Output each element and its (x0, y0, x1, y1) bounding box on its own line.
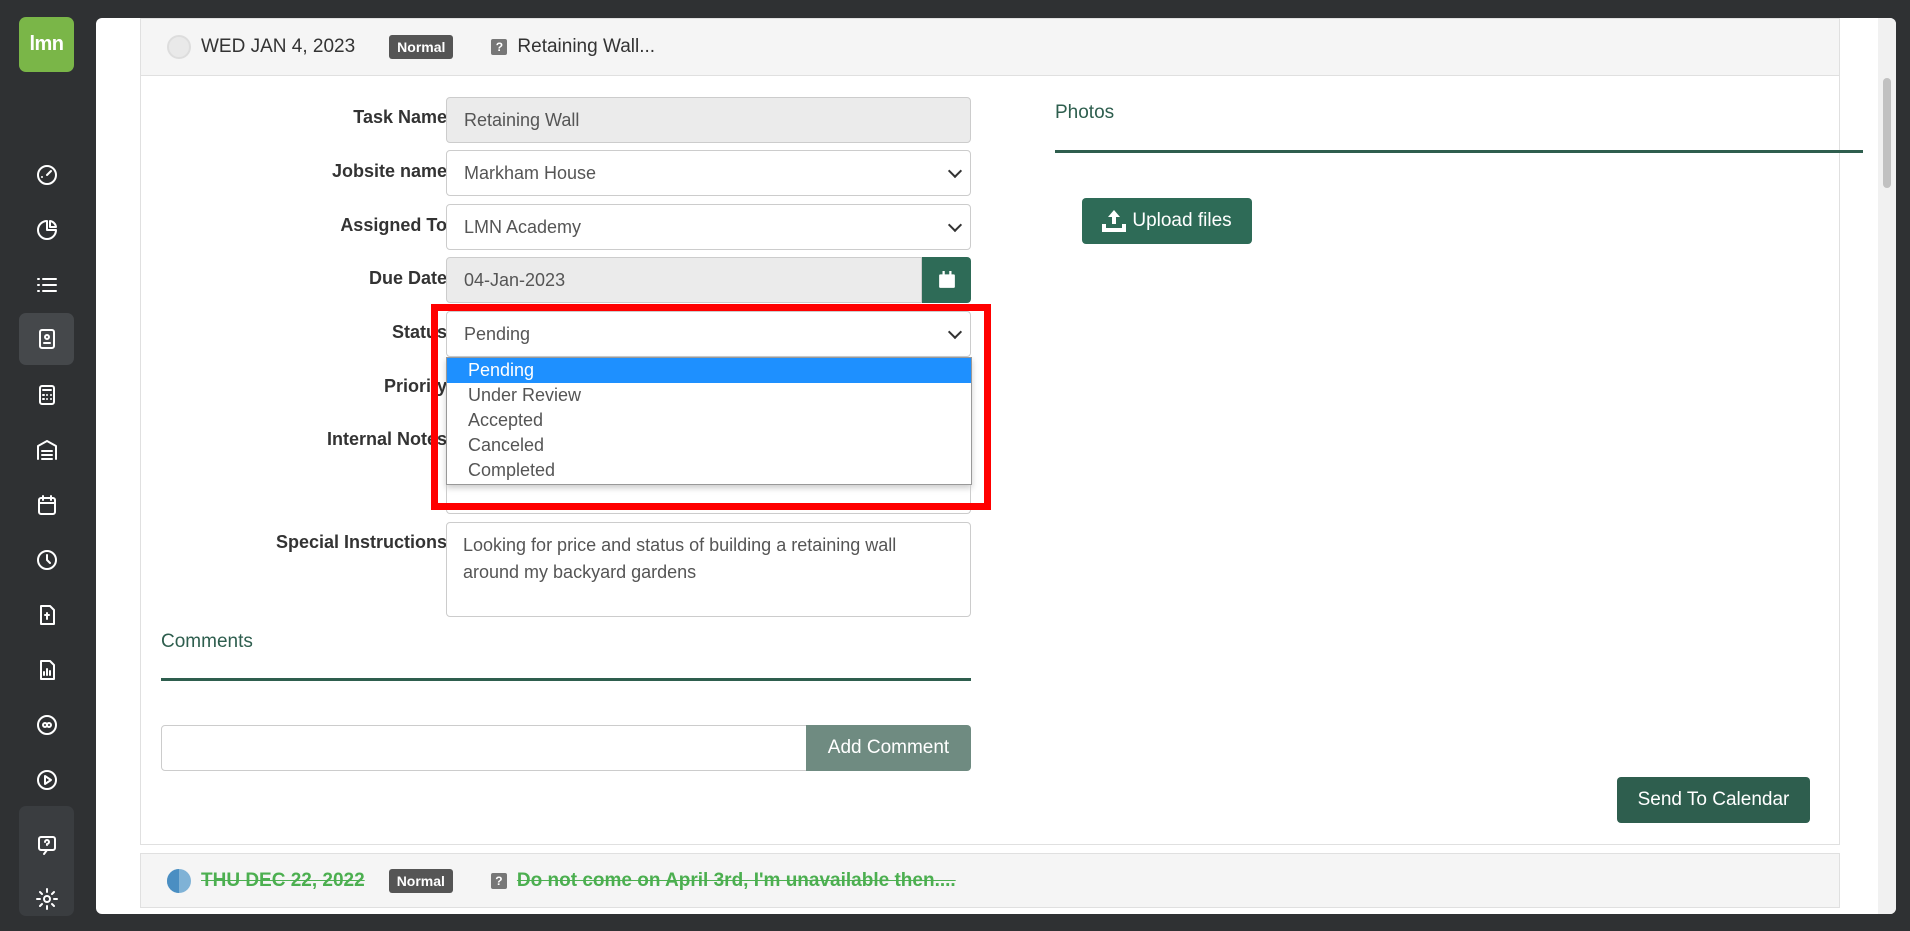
next-task-title: Do not come on April 3rd, I'm unavailabl… (516, 869, 956, 891)
invoice-icon[interactable] (19, 589, 74, 641)
next-task-priority-badge: Normal (388, 868, 453, 893)
upload-files-label: Upload files (1132, 210, 1232, 231)
special-instructions-label: Special Instructions (275, 532, 447, 552)
jobsite-name-select[interactable]: Markham House (446, 150, 971, 196)
form-labels: Task Name Jobsite name Assigned To Due D… (141, 19, 447, 619)
question-icon: ? (491, 39, 508, 55)
due-date-label: Due Date (368, 268, 447, 288)
scroll-thumb[interactable] (1883, 78, 1891, 188)
help-icon[interactable] (19, 819, 74, 871)
lmn-logo[interactable]: lmn (19, 17, 74, 72)
sidebar: lmn (0, 0, 94, 931)
report-icon[interactable] (19, 644, 74, 696)
task-name-input[interactable]: Retaining Wall (446, 97, 971, 143)
jobsite-name-value: Markham House (464, 162, 597, 183)
jobsite-name-label: Jobsite name (331, 161, 447, 181)
next-task-header[interactable]: THU DEC 22, 2022 Normal ? Do not come on… (140, 853, 1840, 908)
upload-files-button[interactable]: Upload files (1082, 198, 1252, 244)
assigned-to-label: Assigned To (340, 215, 447, 235)
add-comment-button[interactable]: Add Comment (806, 725, 971, 771)
quickbooks-icon[interactable] (19, 699, 74, 751)
pie-chart-icon[interactable] (19, 204, 74, 256)
photos-divider (1055, 150, 1863, 153)
question-icon: ? (490, 872, 507, 889)
calculator-icon[interactable] (19, 369, 74, 421)
internal-notes-label: Internal Notes (326, 429, 447, 449)
scrollbar[interactable] (1878, 18, 1896, 914)
list-icon[interactable] (19, 259, 74, 311)
main-panel: WED JAN 4, 2023 Normal ? Retaining Wall.… (96, 18, 1896, 914)
warehouse-icon[interactable] (19, 424, 74, 476)
calendar-icon (938, 271, 955, 288)
chevron-down-icon (947, 217, 963, 233)
dashboard-icon[interactable] (19, 149, 74, 201)
task-name-label: Task Name (353, 107, 447, 127)
upload-icon (1102, 210, 1127, 232)
settings-icon[interactable] (19, 873, 74, 925)
clock-icon[interactable] (19, 534, 74, 586)
play-icon[interactable] (19, 754, 74, 806)
highlight-annotation (431, 304, 991, 510)
photos-title: Photos (1055, 102, 1115, 123)
assigned-to-value: LMN Academy (464, 216, 582, 237)
task-header-title: Retaining Wall... (517, 36, 656, 57)
special-instructions-textarea[interactable]: Looking for price and status of building… (446, 522, 971, 617)
calendar-icon[interactable] (19, 479, 74, 531)
due-date-input[interactable]: 04-Jan-2023 (446, 257, 922, 303)
chevron-down-icon (947, 163, 963, 179)
next-task-date: THU DEC 22, 2022 (201, 869, 365, 891)
comments-divider (161, 678, 971, 681)
assigned-to-select[interactable]: LMN Academy (446, 204, 971, 250)
contact-card-icon[interactable] (19, 313, 74, 365)
send-to-calendar-button[interactable]: Send To Calendar (1617, 777, 1810, 823)
comment-input[interactable] (161, 725, 807, 771)
date-picker-button[interactable] (922, 257, 971, 303)
status-clock-icon (167, 868, 191, 893)
comments-title: Comments (161, 631, 253, 652)
task-card: WED JAN 4, 2023 Normal ? Retaining Wall.… (140, 18, 1863, 845)
